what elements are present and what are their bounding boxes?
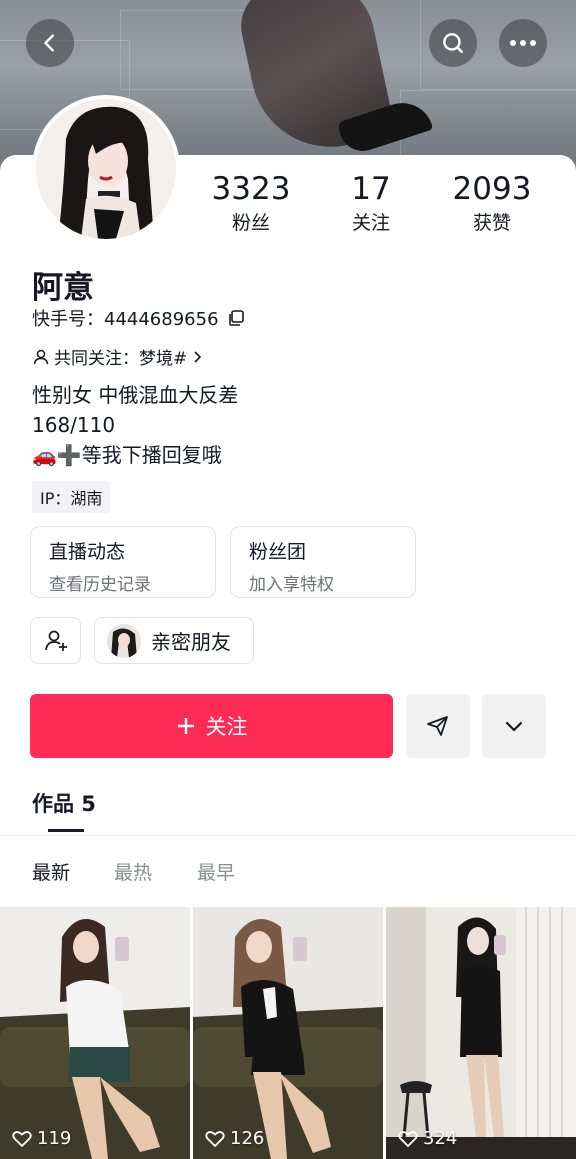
video-cover-image — [386, 907, 576, 1159]
video-thumbnail[interactable]: 119 — [0, 907, 190, 1159]
search-button[interactable] — [429, 19, 477, 67]
avatar[interactable] — [32, 95, 180, 243]
chevron-down-icon — [505, 721, 523, 732]
kuaishou-id: 快手号：4444689656 — [32, 309, 219, 330]
video-likes-count: 126 — [230, 1128, 265, 1149]
tab-indicator — [48, 829, 84, 832]
heart-icon — [205, 1130, 225, 1147]
card-subtitle: 加入享特权 — [249, 575, 334, 595]
video-cover-image — [0, 907, 190, 1159]
followers-stat[interactable]: 3323 粉丝 — [210, 172, 292, 235]
add-friend-button[interactable] — [30, 617, 81, 664]
heart-icon — [398, 1130, 418, 1147]
expand-button[interactable] — [482, 694, 546, 758]
plus-icon — [177, 718, 194, 734]
more-button[interactable] — [499, 19, 547, 67]
follow-button[interactable]: 关注 — [30, 694, 393, 758]
avatar-illustration — [36, 99, 176, 239]
following-label: 关注 — [351, 212, 390, 234]
fan-club-card[interactable]: 粉丝团 加入享特权 — [230, 526, 416, 598]
followers-count: 3323 — [211, 171, 291, 207]
likes-count: 2093 — [452, 171, 532, 207]
video-likes-count: 324 — [423, 1128, 458, 1149]
chevron-right-icon — [194, 350, 202, 363]
send-message-button[interactable] — [406, 694, 470, 758]
ip-location-badge: IP：湖南 — [32, 481, 111, 513]
bio-line: 性别女 中俄混血大反差 — [32, 383, 239, 407]
video-thumbnail[interactable]: 324 — [386, 907, 576, 1159]
sort-hottest-tab[interactable]: 最热 — [114, 858, 152, 885]
mutual-follow-row[interactable]: 共同关注：梦境# — [32, 344, 203, 369]
bio: 性别女 中俄混血大反差 168/110 🚗➕等我下播回复哦 — [32, 380, 238, 470]
divider — [0, 835, 576, 836]
sort-earliest-tab[interactable]: 最早 — [197, 858, 235, 885]
followers-label: 粉丝 — [231, 212, 270, 234]
intimate-friends-label: 亲密朋友 — [151, 630, 231, 654]
heart-icon — [12, 1130, 32, 1147]
tab-works[interactable]: 作品 5 — [32, 788, 96, 818]
likes-stat[interactable]: 2093 获赞 — [448, 172, 536, 235]
back-chevron-icon — [44, 34, 54, 52]
kuaishou-id-row[interactable]: 快手号：4444689656 — [32, 305, 245, 331]
video-likes: 324 — [398, 1128, 457, 1149]
video-thumbnail[interactable]: 126 — [193, 907, 383, 1159]
mutual-follow-text: 共同关注：梦境# — [54, 349, 188, 369]
profile-name: 阿意 — [32, 270, 94, 306]
send-icon — [427, 716, 448, 736]
bio-line: 🚗➕等我下播回复哦 — [32, 443, 222, 467]
bio-line: 168/110 — [32, 413, 116, 437]
following-stat[interactable]: 17 关注 — [340, 172, 402, 235]
video-cover-image — [193, 907, 383, 1159]
card-title: 粉丝团 — [249, 541, 307, 563]
card-title: 直播动态 — [49, 541, 126, 563]
card-subtitle: 查看历史记录 — [49, 575, 151, 595]
back-button[interactable] — [26, 19, 74, 67]
sort-latest-tab[interactable]: 最新 — [32, 858, 70, 885]
friend-avatar — [107, 623, 141, 658]
search-icon — [443, 33, 463, 53]
more-dots-icon — [510, 40, 536, 46]
video-likes: 126 — [205, 1128, 264, 1149]
likes-label: 获赞 — [472, 212, 511, 234]
intimate-friends-button[interactable]: 亲密朋友 — [94, 617, 254, 664]
add-person-icon — [44, 630, 67, 651]
video-likes-count: 119 — [37, 1128, 72, 1149]
follow-label: 关注 — [205, 715, 248, 739]
live-history-card[interactable]: 直播动态 查看历史记录 — [30, 526, 216, 598]
following-count: 17 — [351, 171, 391, 207]
person-icon — [33, 349, 49, 364]
copy-icon[interactable] — [227, 309, 245, 327]
video-likes: 119 — [12, 1128, 71, 1149]
